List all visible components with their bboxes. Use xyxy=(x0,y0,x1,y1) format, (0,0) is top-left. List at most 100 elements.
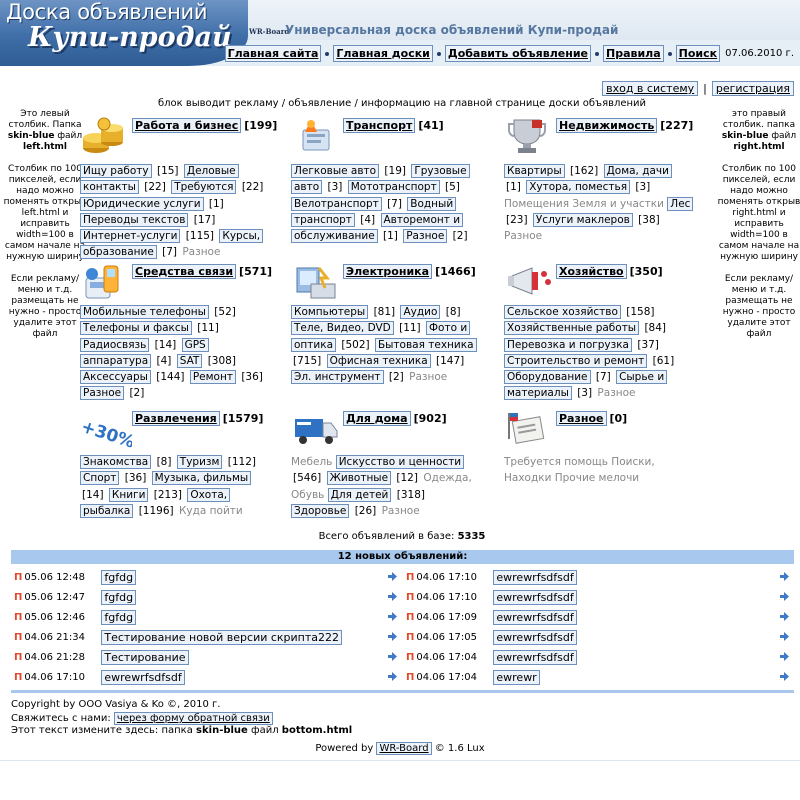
category-link[interactable]: Разное xyxy=(556,411,607,426)
category-link[interactable]: Недвижимость xyxy=(556,118,658,133)
subcategory-link[interactable]: Для детей xyxy=(327,487,392,502)
subcategory-link[interactable]: SAT xyxy=(176,353,203,368)
new-ad-row[interactable]: П 04.06 17:10 ewrewrfsdfsdf xyxy=(406,569,577,585)
new-ad-row[interactable]: П 04.06 17:09 ewrewrfsdfsdf xyxy=(406,609,577,625)
subcategory-link[interactable]: Лес xyxy=(667,196,694,211)
arrow-right-icon[interactable] xyxy=(388,632,397,641)
subcategory-link[interactable]: Животные xyxy=(326,471,392,486)
subcategory-link[interactable]: Здоровье xyxy=(291,503,350,518)
subcategory-link[interactable]: Велотранспорт xyxy=(291,196,382,211)
subcategory-link[interactable]: Юридические услуги xyxy=(80,196,204,211)
arrow-right-icon[interactable] xyxy=(780,592,789,601)
subcategory-link[interactable]: Мототранспорт xyxy=(347,180,440,195)
subcategory-link[interactable]: Спорт xyxy=(80,471,120,486)
subcategory-link[interactable]: Офисная техника xyxy=(326,353,431,368)
nav-add-ad[interactable]: Добавить объявление xyxy=(444,45,591,62)
nav-site-home[interactable]: Главная сайта xyxy=(224,45,322,62)
subcategory-link[interactable]: Туризм xyxy=(176,455,223,469)
ad-title-link[interactable]: fgfdg xyxy=(101,569,137,585)
subcategory-link[interactable]: Хозяйственные работы xyxy=(504,321,640,336)
subcategory-empty[interactable]: Разное xyxy=(182,246,220,258)
nav-board-home[interactable]: Главная доски xyxy=(333,45,433,62)
subcategory-link[interactable]: Переводы текстов xyxy=(80,212,189,227)
subcategory-link[interactable]: Разное xyxy=(80,386,125,401)
subcategory-empty[interactable]: Прочие мелочи xyxy=(555,472,639,484)
megaphone-icon[interactable] xyxy=(504,262,554,302)
category-link[interactable]: Средства связи xyxy=(132,264,237,279)
subcategory-link[interactable]: Сельское хозяйство xyxy=(504,305,621,319)
subcategory-link[interactable]: Интернет-услуги xyxy=(80,229,181,244)
arrow-right-icon[interactable] xyxy=(780,632,789,641)
subcategory-link[interactable]: Дома, дачи xyxy=(603,164,672,178)
arrow-right-icon[interactable] xyxy=(780,652,789,661)
login-link[interactable]: вход в систему xyxy=(602,81,699,96)
subcategory-link[interactable]: Ремонт xyxy=(189,370,236,385)
subcategory-empty[interactable]: Помещения xyxy=(504,198,569,210)
ad-title-link[interactable]: ewrewrfsdfsdf xyxy=(493,609,577,625)
wr-board-link[interactable]: WR-Board xyxy=(376,742,432,755)
subcategory-link[interactable]: Теле, Видео, DVD xyxy=(291,321,394,336)
nav-rules[interactable]: Правила xyxy=(603,45,664,62)
new-ad-row[interactable]: П 04.06 17:10 ewrewrfsdfsdf xyxy=(14,669,185,685)
subcategory-empty[interactable]: Разное xyxy=(382,505,420,517)
ad-title-link[interactable]: fgfdg xyxy=(101,609,137,625)
new-ad-row[interactable]: П 04.06 17:10 ewrewrfsdfsdf xyxy=(406,589,577,605)
feedback-link[interactable]: через форму обратной связи xyxy=(113,712,273,725)
ad-title-link[interactable]: fgfdg xyxy=(101,589,137,605)
subcategory-link[interactable]: Искусство и ценности xyxy=(335,455,465,469)
ad-title-link[interactable]: ewrewrfsdfsdf xyxy=(493,649,577,665)
subcategory-link[interactable]: Оборудование xyxy=(504,370,591,385)
subcategory-empty[interactable]: Разное xyxy=(597,387,635,399)
new-ad-row[interactable]: П 05.06 12:48 fgfdg xyxy=(14,569,137,585)
category-link[interactable]: Для дома xyxy=(343,411,411,426)
new-ad-row[interactable]: П 04.06 17:04 ewrewr xyxy=(406,669,540,685)
subcategory-link[interactable]: Требуются xyxy=(171,180,237,195)
subcategory-link[interactable]: Мобильные телефоны xyxy=(80,305,209,319)
subcategory-link[interactable]: Музыка, фильмы xyxy=(151,471,252,486)
category-link[interactable]: Развлечения xyxy=(132,411,220,426)
subcategory-link[interactable]: Эл. инструмент xyxy=(291,370,384,385)
electronics-icon[interactable] xyxy=(291,262,341,302)
subcategory-link[interactable]: Компьютеры xyxy=(291,305,369,319)
arrow-right-icon[interactable] xyxy=(780,672,789,681)
category-link[interactable]: Хозяйство xyxy=(556,264,627,279)
category-link[interactable]: Электроника xyxy=(343,264,433,279)
arrow-right-icon[interactable] xyxy=(780,572,789,581)
new-ad-row[interactable]: П 04.06 17:04 ewrewrfsdfsdf xyxy=(406,649,577,665)
truck-icon[interactable] xyxy=(291,409,341,449)
subcategory-link[interactable]: Ищу работу xyxy=(80,164,152,178)
arrow-right-icon[interactable] xyxy=(388,672,397,681)
newspaper-icon[interactable] xyxy=(504,409,554,449)
subcategory-link[interactable]: Радиосвязь xyxy=(80,337,150,352)
nav-search[interactable]: Поиск xyxy=(675,45,721,62)
percent-icon[interactable]: +30% xyxy=(79,409,137,453)
subcategory-link[interactable]: Телефоны и факсы xyxy=(80,321,192,336)
subcategory-link[interactable]: Услуги маклеров xyxy=(532,212,633,227)
subcategory-empty[interactable]: Требуется помощь xyxy=(504,456,608,468)
new-ad-row[interactable]: П 04.06 21:28 Тестирование xyxy=(14,649,189,665)
subcategory-link[interactable]: Квартиры xyxy=(504,164,565,178)
new-ad-row[interactable]: П 05.06 12:47 fgfdg xyxy=(14,589,137,605)
subcategory-link[interactable]: Перевозка и погрузка xyxy=(504,337,632,352)
subcategory-link[interactable]: Бытовая техника xyxy=(374,337,477,352)
subcategory-link[interactable]: Знакомства xyxy=(80,455,152,469)
subcategory-empty[interactable]: Куда пойти xyxy=(179,505,243,517)
subcategory-link[interactable]: Аудио xyxy=(400,305,441,319)
category-link[interactable]: Транспорт xyxy=(343,118,416,133)
subcategory-empty[interactable]: Земля и участки xyxy=(572,198,664,210)
coins-icon[interactable] xyxy=(80,116,130,156)
ad-title-link[interactable]: ewrewrfsdfsdf xyxy=(493,569,577,585)
subcategory-link[interactable]: Книги xyxy=(108,487,149,502)
subcategory-link[interactable]: Аксессуары xyxy=(80,370,151,385)
trophy-icon[interactable] xyxy=(504,116,554,156)
subcategory-link[interactable]: Строительство и ремонт xyxy=(504,353,648,368)
ad-title-link[interactable]: Тестирование новой версии скрипта222 xyxy=(101,629,343,645)
phone-icon[interactable] xyxy=(80,262,130,302)
new-ad-row[interactable]: П 04.06 21:34 Тестирование новой версии ск… xyxy=(14,629,343,645)
register-link[interactable]: регистрация xyxy=(711,81,794,96)
arrow-right-icon[interactable] xyxy=(388,652,397,661)
arrow-right-icon[interactable] xyxy=(388,592,397,601)
car-key-icon[interactable] xyxy=(291,116,341,156)
logo[interactable]: Доска объявлений Купи-продай xyxy=(0,0,248,66)
new-ad-row[interactable]: П 04.06 17:05 ewrewrfsdfsdf xyxy=(406,629,577,645)
